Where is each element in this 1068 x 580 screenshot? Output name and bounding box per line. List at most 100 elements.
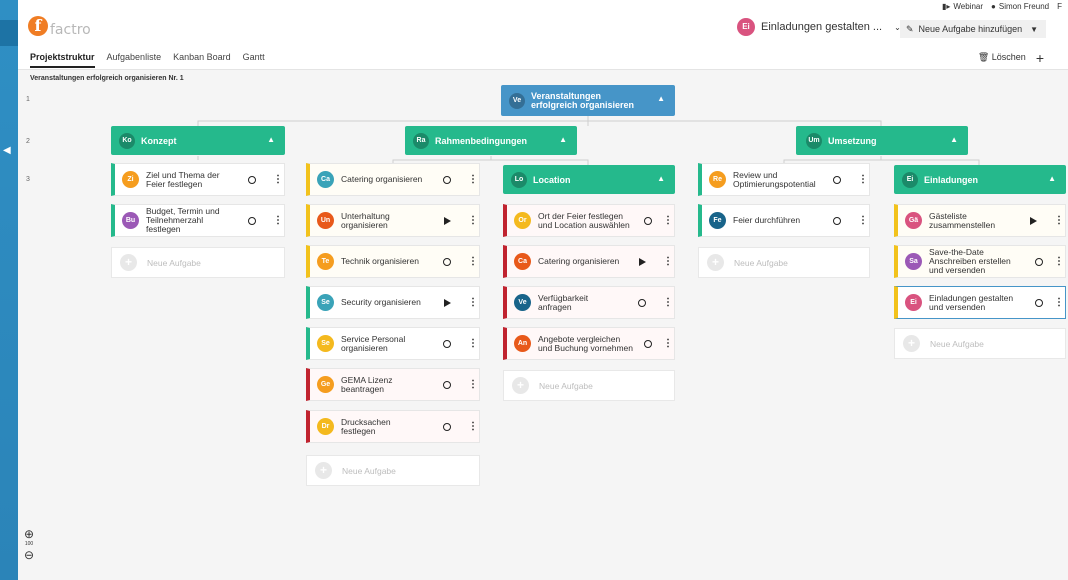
task-card[interactable]: Or Ort der Feier festlegen und Location … — [503, 204, 675, 237]
task-card[interactable]: Ge GEMA Lizenz beantragen ⋮ — [306, 368, 480, 401]
more-options-icon[interactable]: ⋮ — [662, 297, 674, 308]
task-card[interactable]: Ca Catering organisieren ⋮ — [503, 245, 675, 278]
task-card[interactable]: Zi Ziel und Thema der Feier festlegen ⋮ — [111, 163, 285, 196]
more-options-icon[interactable]: ⋮ — [1053, 256, 1065, 267]
more-options-icon[interactable]: ⋮ — [662, 256, 674, 267]
status-open-icon[interactable] — [434, 422, 460, 431]
more-options-icon[interactable]: ⋮ — [272, 215, 284, 226]
task-initials: Ge — [317, 376, 334, 393]
task-card[interactable]: Se Security organisieren ⋮ — [306, 286, 480, 319]
task-initials: Or — [514, 212, 531, 229]
group-initials: Lo — [511, 171, 527, 188]
status-open-icon[interactable] — [1032, 298, 1046, 307]
play-icon[interactable] — [1020, 216, 1046, 225]
more-options-icon[interactable]: ⋮ — [662, 215, 674, 226]
breadcrumb[interactable]: Veranstaltungen erfolgreich organisieren… — [30, 75, 184, 82]
edit-icon: ✎ — [906, 23, 914, 34]
new-task-row[interactable]: + Neue Aufgabe — [503, 370, 675, 401]
root-title: Veranstaltungen erfolgreich organisieren — [531, 90, 635, 110]
status-open-icon[interactable] — [641, 216, 655, 225]
more-options-icon[interactable]: ⋮ — [467, 256, 479, 267]
new-task-row[interactable]: + Neue Aufgabe — [306, 455, 480, 486]
group-konzept[interactable]: Ko Konzept ▲ — [111, 126, 285, 155]
more-options-icon[interactable]: ⋮ — [857, 174, 869, 185]
task-initials: Re — [709, 171, 726, 188]
task-card[interactable]: Bu Budget, Termin und Teilnehmerzahl fes… — [111, 204, 285, 237]
collapse-arrow-icon[interactable]: ◀ — [3, 146, 11, 156]
webinar-link[interactable]: ▮▸ Webinar — [942, 2, 983, 11]
status-open-icon[interactable] — [434, 257, 460, 266]
chevron-up-icon[interactable]: ▲ — [950, 135, 958, 144]
status-open-icon[interactable] — [239, 175, 265, 184]
chevron-up-icon[interactable]: ▲ — [657, 94, 665, 103]
status-open-icon[interactable] — [434, 380, 460, 389]
play-icon[interactable] — [434, 298, 460, 307]
play-icon[interactable] — [629, 257, 655, 266]
task-card[interactable]: Re Review und Optimierungspotential ⋮ — [698, 163, 870, 196]
group-location[interactable]: Lo Location ▲ — [503, 165, 675, 194]
chevron-up-icon[interactable]: ▲ — [559, 135, 567, 144]
more-options-icon[interactable]: ⋮ — [662, 338, 674, 349]
tab-aufgabenliste[interactable]: Aufgabenliste — [107, 52, 162, 68]
status-open-icon[interactable] — [434, 175, 460, 184]
status-open-icon[interactable] — [434, 339, 460, 348]
task-card[interactable]: Se Service Personal organisieren ⋮ — [306, 327, 480, 360]
task-initials: Fe — [709, 212, 726, 229]
new-task-row[interactable]: + Neue Aufgabe — [894, 328, 1066, 359]
tab-kanban-board[interactable]: Kanban Board — [173, 52, 231, 68]
more-options-icon[interactable]: ⋮ — [467, 174, 479, 185]
task-card[interactable]: Te Technik organisieren ⋮ — [306, 245, 480, 278]
task-card[interactable]: Fe Feier durchführen ⋮ — [698, 204, 870, 237]
add-task-dropdown[interactable]: ✎ Neue Aufgabe hinzufügen ▼ — [900, 20, 1046, 38]
task-card[interactable]: Ve Verfügbarkeit anfragen ⋮ — [503, 286, 675, 319]
task-card-selected[interactable]: Ei Einladungen gestalten und versenden ⋮ — [894, 286, 1066, 319]
task-title: Gästeliste zusammenstellen — [929, 211, 996, 230]
task-card[interactable]: Ca Catering organisieren ⋮ — [306, 163, 480, 196]
more-options-icon[interactable]: ⋮ — [467, 215, 479, 226]
task-initials: Ca — [317, 171, 334, 188]
task-card[interactable]: An Angebote vergleichen und Buchung vorn… — [503, 327, 675, 360]
add-button[interactable]: + — [1036, 51, 1044, 65]
status-open-icon[interactable] — [641, 339, 655, 348]
tab-gantt[interactable]: Gantt — [243, 52, 265, 68]
chevron-up-icon[interactable]: ▲ — [1048, 174, 1056, 183]
new-task-row[interactable]: + Neue Aufgabe — [111, 247, 285, 278]
tab-projektstruktur[interactable]: Projektstruktur — [30, 52, 95, 68]
user-menu[interactable]: ● Simon Freund — [991, 2, 1049, 11]
group-einladungen[interactable]: Ei Einladungen ▲ — [894, 165, 1066, 194]
status-open-icon[interactable] — [1032, 257, 1046, 266]
new-task-row[interactable]: + Neue Aufgabe — [698, 247, 870, 278]
group-rahmenbedingungen[interactable]: Ra Rahmenbedingungen ▲ — [405, 126, 577, 155]
context-selector[interactable]: Ei Einladungen gestalten ... ⌄ — [737, 18, 901, 36]
group-umsetzung[interactable]: Um Umsetzung ▲ — [796, 126, 968, 155]
task-card[interactable]: Un Unterhaltung organisieren ⋮ — [306, 204, 480, 237]
zoom-in-icon[interactable]: ⊕ — [22, 528, 36, 540]
topbar-extra[interactable]: F — [1057, 2, 1062, 11]
root-project-node[interactable]: Ve Veranstaltungen erfolgreich organisie… — [501, 85, 675, 116]
status-open-icon[interactable] — [824, 216, 850, 225]
status-open-icon[interactable] — [629, 298, 655, 307]
group-title: Location — [533, 174, 571, 185]
more-options-icon[interactable]: ⋮ — [467, 338, 479, 349]
top-utility-bar: ▮▸ Webinar ● Simon Freund F — [942, 2, 1062, 11]
status-open-icon[interactable] — [239, 216, 265, 225]
task-card[interactable]: Gä Gästeliste zusammenstellen ⋮ — [894, 204, 1066, 237]
chevron-up-icon[interactable]: ▲ — [657, 174, 665, 183]
delete-button[interactable]: 🗑 Löschen — [978, 52, 1026, 63]
more-options-icon[interactable]: ⋮ — [272, 174, 284, 185]
sidebar-active-tab[interactable] — [0, 20, 18, 46]
more-options-icon[interactable]: ⋮ — [1053, 297, 1065, 308]
task-card[interactable]: Dr Drucksachen festlegen ⋮ — [306, 410, 480, 443]
zoom-out-icon[interactable]: ⊖ — [22, 549, 36, 561]
more-options-icon[interactable]: ⋮ — [467, 297, 479, 308]
more-options-icon[interactable]: ⋮ — [467, 379, 479, 390]
chevron-up-icon[interactable]: ▲ — [267, 135, 275, 144]
play-icon[interactable] — [434, 216, 460, 225]
chevron-down-icon: ▼ — [1030, 24, 1038, 34]
more-options-icon[interactable]: ⋮ — [857, 215, 869, 226]
factro-logo[interactable]: f factro — [28, 14, 91, 38]
more-options-icon[interactable]: ⋮ — [467, 421, 479, 432]
more-options-icon[interactable]: ⋮ — [1053, 215, 1065, 226]
task-card[interactable]: Sa Save-the-Date Anschreiben erstellen u… — [894, 245, 1066, 278]
status-open-icon[interactable] — [824, 175, 850, 184]
